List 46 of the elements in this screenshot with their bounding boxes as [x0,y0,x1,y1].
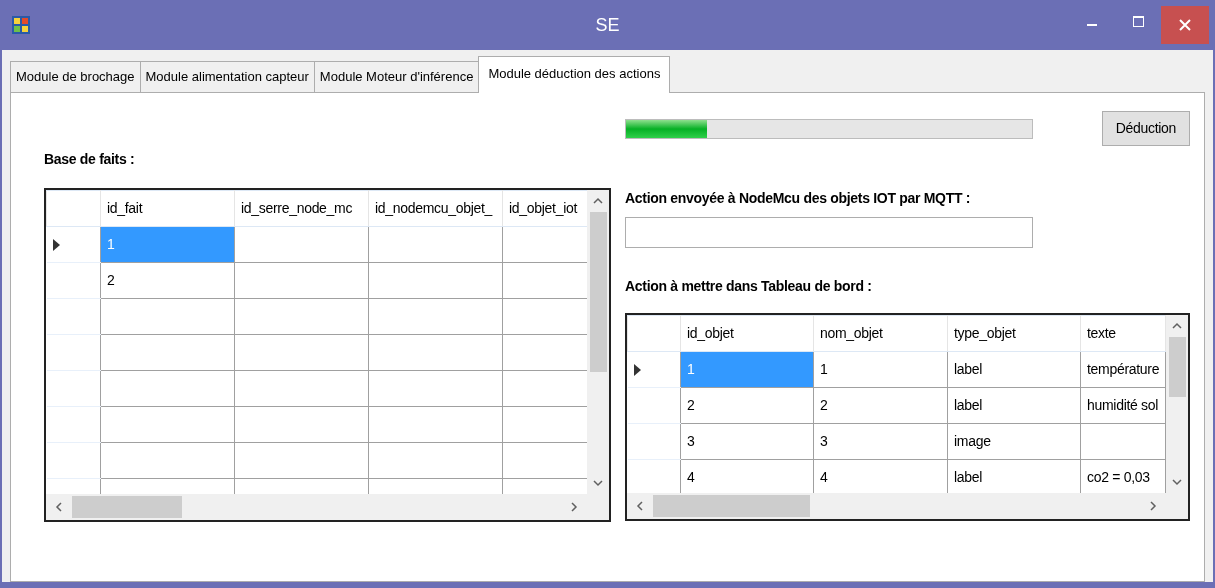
table-cell: 3 [813,423,948,460]
scroll-thumb[interactable] [589,212,607,372]
table-cell: humidité sol [1080,387,1166,424]
scroll-right-icon[interactable] [1148,501,1158,511]
table-cell: 1 [680,351,814,388]
table-cell: 1 [100,226,235,263]
scroll-left-icon[interactable] [635,501,645,511]
table-cell: 2 [813,387,948,424]
close-button[interactable] [1161,6,1209,44]
scroll-up-icon[interactable] [1172,321,1182,331]
column-header[interactable]: id_serre_node_mc [234,190,369,227]
table-cell: 2 [100,262,235,299]
column-header[interactable]: id_objet_iot [502,190,587,227]
scroll-left-icon[interactable] [54,502,64,512]
column-header[interactable]: id_nodemcu_objet_ [368,190,503,227]
scroll-up-icon[interactable] [593,196,603,206]
minimize-icon [1087,24,1097,26]
window-title: SE [595,14,620,37]
table-cell: label [947,351,1081,388]
deduction-button[interactable]: Déduction [1101,111,1190,146]
scroll-thumb[interactable] [72,496,182,518]
section-label: Action à mettre dans Tableau de bord : [625,277,873,296]
scroll-right-icon[interactable] [569,502,579,512]
column-header[interactable]: id_objet [680,315,814,352]
table-cell: température [1080,351,1166,388]
app-icon [12,16,30,34]
table-cell: label [947,387,1081,424]
scroll-thumb[interactable] [653,495,810,517]
close-icon [1179,19,1191,31]
scroll-thumb[interactable] [1168,337,1186,397]
column-header[interactable]: nom_objet [813,315,948,352]
column-header[interactable]: type_objet [947,315,1081,352]
table-cell: 1 [813,351,948,388]
section-label: Base de faits : [44,150,136,169]
column-header[interactable]: texte [1080,315,1166,352]
tab[interactable]: Module déduction des actions [478,55,671,93]
input-field[interactable] [625,217,1033,248]
section-label: Action envoyée à NodeMcu des objets IOT par MQTT : [625,189,972,208]
maximize-icon [1132,15,1144,27]
scroll-down-icon[interactable] [593,478,603,488]
scroll-down-icon[interactable] [1172,477,1182,487]
table-cell: 3 [680,423,814,460]
table-cell: image [947,423,1081,460]
tab[interactable]: Module de brochage [10,60,141,92]
table-cell: 2 [680,387,814,424]
column-header[interactable]: id_fait [100,190,235,227]
